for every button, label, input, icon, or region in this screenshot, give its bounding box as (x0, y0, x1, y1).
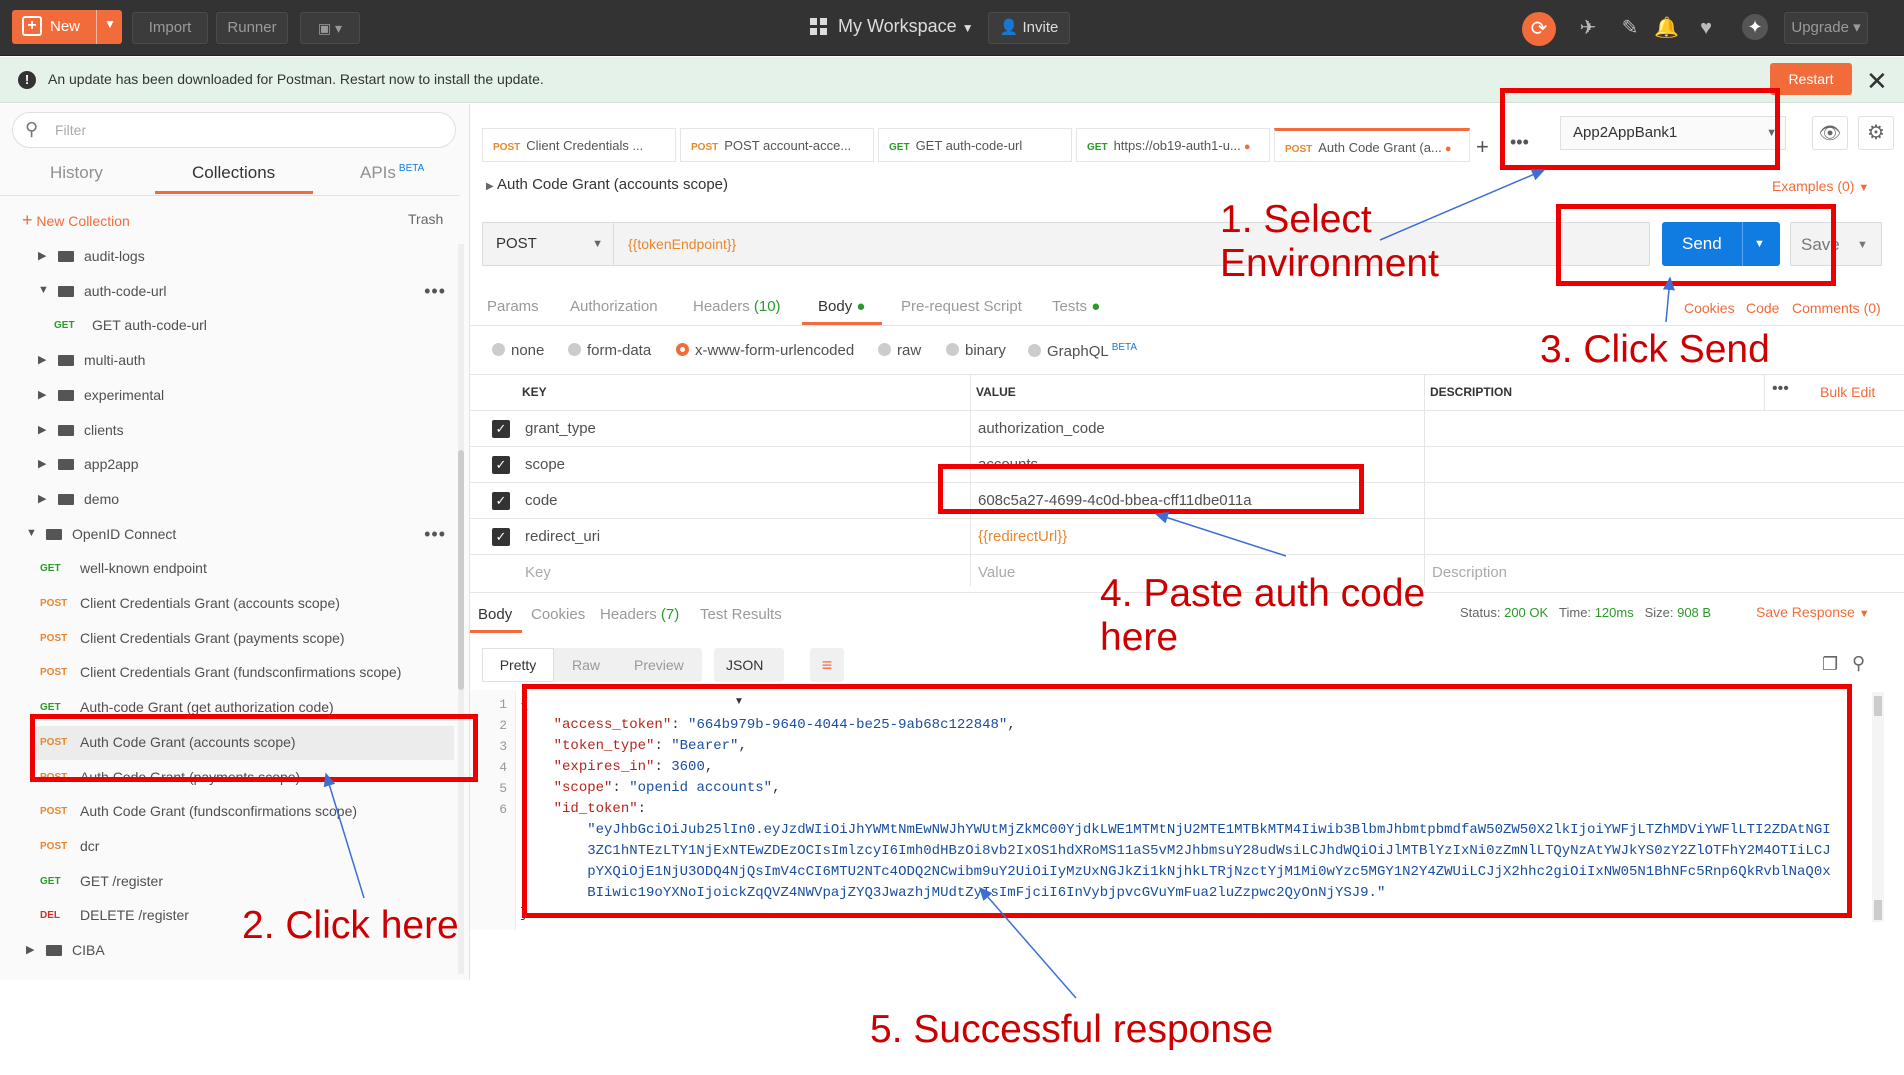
arrow-step5 (979, 886, 1077, 999)
annotation-step5: 5. Successful response (870, 1008, 1274, 1051)
annotation-step3: 3. Click Send (1540, 328, 1770, 371)
annotation-step1: 1. Select Environment (1220, 198, 1439, 285)
annotation-step4: 4. Paste auth code here (1100, 572, 1426, 659)
arrow-step2 (323, 772, 365, 899)
arrow-step3 (1662, 276, 1675, 323)
annotation-step2: 2. Click here (242, 904, 459, 947)
arrow-step4 (1154, 511, 1287, 557)
